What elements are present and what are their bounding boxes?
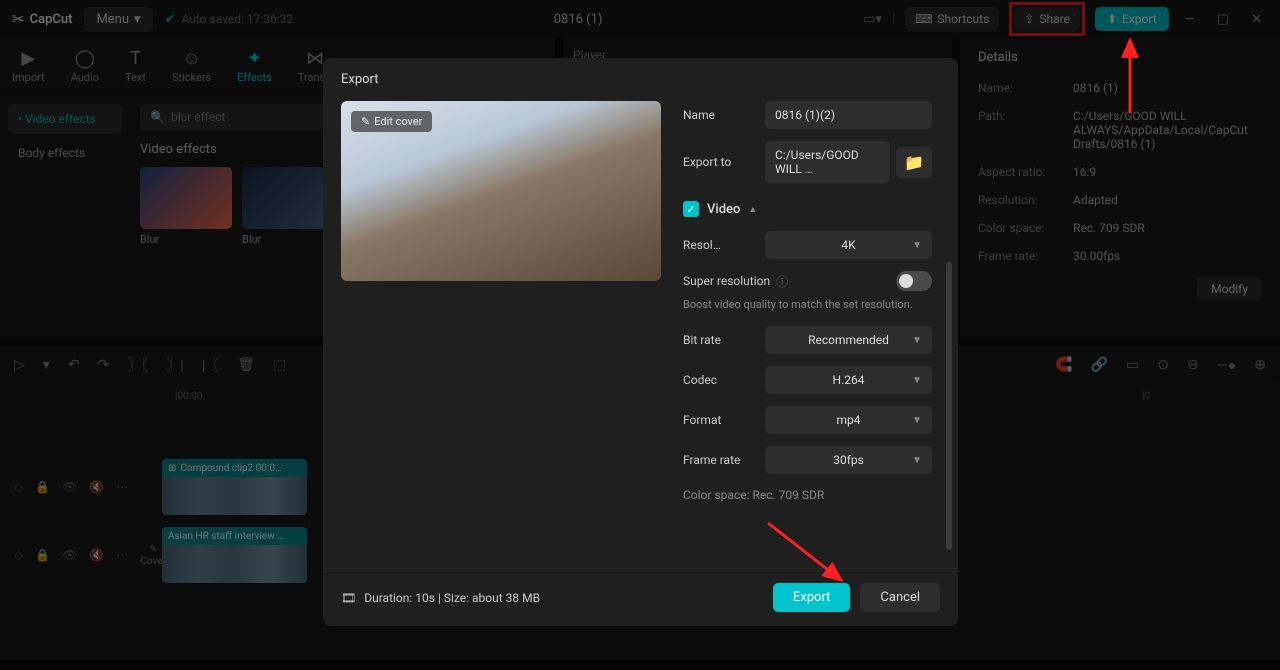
chevron-down-icon: ▼ <box>912 415 922 426</box>
bitrate-label: Bit rate <box>683 333 765 347</box>
export-preview: ✎ Edit cover <box>341 101 661 281</box>
pencil-icon: ✎ <box>361 115 370 128</box>
cancel-button[interactable]: Cancel <box>860 583 940 612</box>
framerate-label: Frame rate <box>683 453 765 467</box>
super-resolution-label: Super resolution <box>683 274 770 288</box>
framerate-dropdown[interactable]: 30fps▼ <box>765 446 932 474</box>
colorspace-text: Color space: Rec. 709 SDR <box>683 488 932 502</box>
folder-browse-button[interactable]: 📁 <box>896 147 932 178</box>
codec-label: Codec <box>683 373 765 387</box>
modal-scrollbar[interactable] <box>946 262 952 550</box>
video-section-label: Video <box>707 202 740 217</box>
bitrate-dropdown[interactable]: Recommended▼ <box>765 326 932 354</box>
resolution-dropdown[interactable]: 4K▼ <box>765 231 932 259</box>
video-checkbox[interactable]: ✓ <box>683 201 699 217</box>
modal-title: Export <box>323 58 958 101</box>
chevron-down-icon: ▼ <box>912 240 922 251</box>
super-resolution-toggle[interactable] <box>896 271 932 291</box>
export-to-input[interactable]: C:/Users/GOOD WILL … <box>765 141 890 183</box>
chevron-down-icon: ▼ <box>912 375 922 386</box>
video-section-header[interactable]: ✓ Video ▲ <box>683 201 932 217</box>
modal-body: ✎ Edit cover Name 0816 (1)(2) Export to … <box>323 101 958 568</box>
chevron-down-icon: ▼ <box>912 455 922 466</box>
export-to-label: Export to <box>683 155 765 169</box>
export-confirm-button[interactable]: Export <box>773 583 851 612</box>
edit-cover-label: Edit cover <box>374 115 422 128</box>
export-name-input[interactable]: 0816 (1)(2) <box>765 101 932 129</box>
edit-cover-button[interactable]: ✎ Edit cover <box>351 111 432 132</box>
export-modal: Export ✎ Edit cover Name 0816 (1)(2) Exp… <box>323 58 958 626</box>
resolution-label: Resol… <box>683 238 765 252</box>
film-icon: 🎞 <box>341 591 356 605</box>
format-label: Format <box>683 413 765 427</box>
info-icon[interactable]: ⓘ <box>776 273 788 290</box>
export-duration-info: 🎞 Duration: 10s | Size: about 38 MB <box>341 591 540 605</box>
modal-preview-column: ✎ Edit cover <box>341 101 661 568</box>
modal-footer: 🎞 Duration: 10s | Size: about 38 MB Expo… <box>323 568 958 626</box>
export-name-label: Name <box>683 108 765 122</box>
format-dropdown[interactable]: mp4▼ <box>765 406 932 434</box>
caret-up-icon: ▲ <box>748 204 757 215</box>
folder-icon: 📁 <box>904 153 924 172</box>
toggle-knob <box>899 274 913 288</box>
super-resolution-desc: Boost video quality to match the set res… <box>683 297 932 312</box>
codec-dropdown[interactable]: H.264▼ <box>765 366 932 394</box>
chevron-down-icon: ▼ <box>912 335 922 346</box>
modal-form-column: Name 0816 (1)(2) Export to C:/Users/GOOD… <box>683 101 940 568</box>
